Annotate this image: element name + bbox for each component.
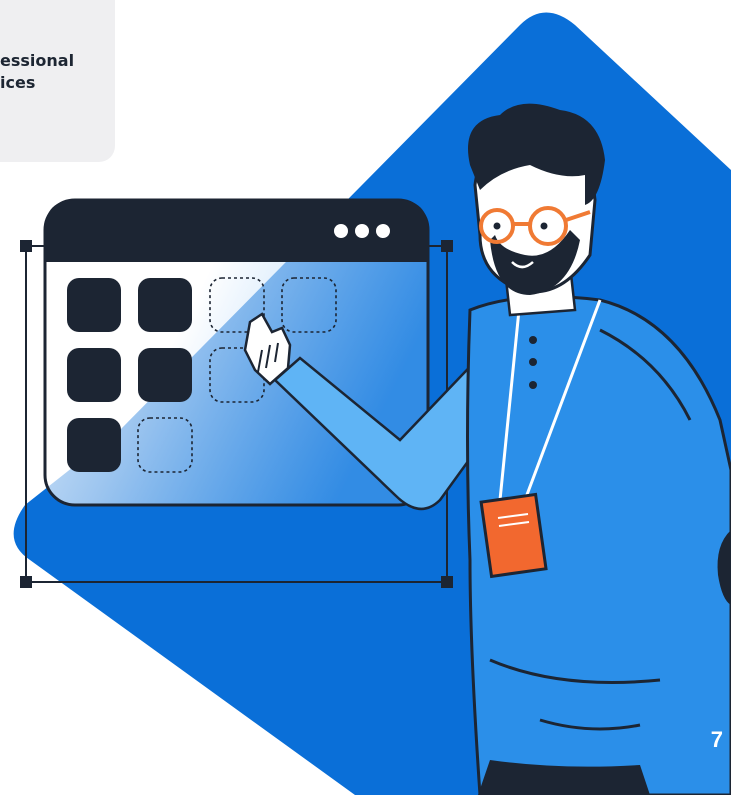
page-number: 7	[710, 727, 723, 752]
window-controls-icon	[334, 224, 390, 238]
id-badge	[479, 492, 548, 579]
illustration	[13, 12, 731, 795]
